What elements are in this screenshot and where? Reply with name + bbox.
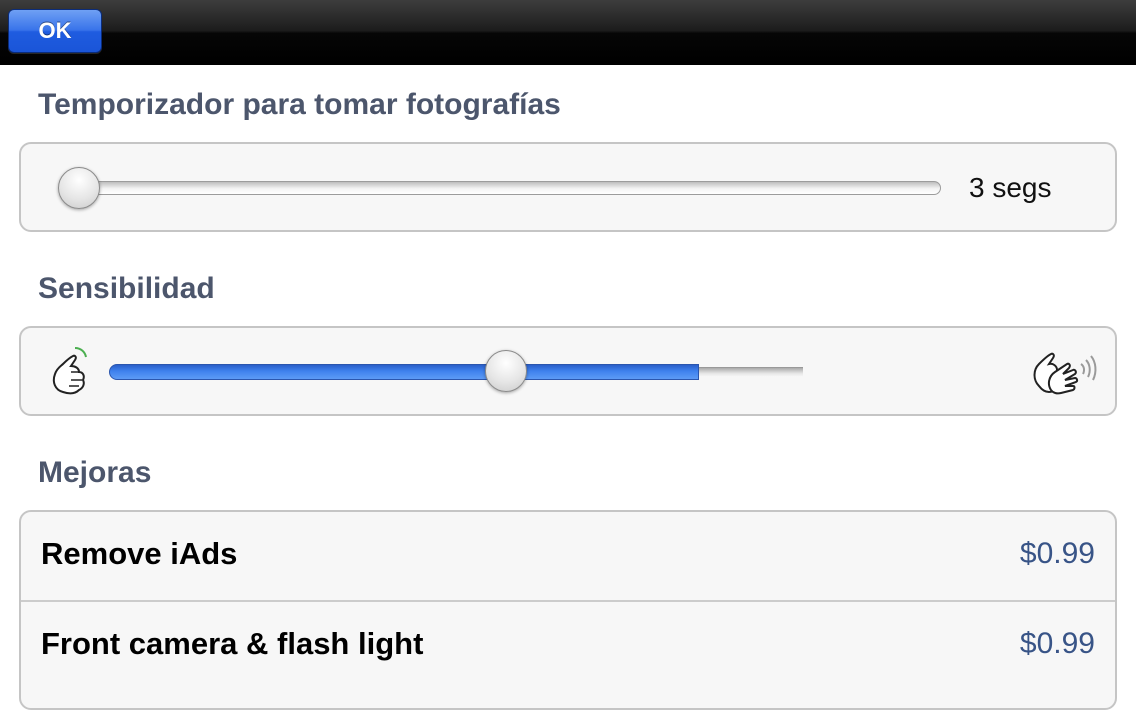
upgrade-label: Front camera & flash light (41, 626, 424, 661)
clap-hands-icon (1029, 346, 1099, 398)
timer-section-title: Temporizador para tomar fotografías (38, 88, 561, 121)
timer-slider-thumb[interactable] (58, 167, 100, 209)
tap-hand-icon (49, 344, 93, 400)
upgrade-label: Remove iAds (41, 536, 238, 571)
ok-button[interactable]: OK (8, 9, 102, 53)
sensitivity-section-title: Sensibilidad (38, 272, 215, 305)
upgrade-price[interactable]: $0.99 (1020, 627, 1095, 661)
top-navigation-bar: OK (0, 0, 1136, 65)
upgrades-group: Remove iAds $0.99 Front camera & flash l… (19, 510, 1117, 710)
sensitivity-slider-fill[interactable] (109, 364, 699, 380)
timer-group: 3 segs (19, 142, 1117, 232)
sensitivity-group (19, 326, 1117, 416)
upgrade-row-front-camera-flash[interactable]: Front camera & flash light $0.99 (21, 602, 1115, 690)
sensitivity-slider-thumb[interactable] (485, 350, 527, 392)
upgrade-row-remove-iads[interactable]: Remove iAds $0.99 (21, 512, 1115, 600)
sensitivity-slider-track[interactable] (699, 367, 803, 377)
timer-slider-track[interactable] (59, 181, 941, 195)
timer-value-label: 3 segs (969, 172, 1052, 203)
upgrade-price[interactable]: $0.99 (1020, 537, 1095, 571)
upgrades-section-title: Mejoras (38, 456, 152, 489)
